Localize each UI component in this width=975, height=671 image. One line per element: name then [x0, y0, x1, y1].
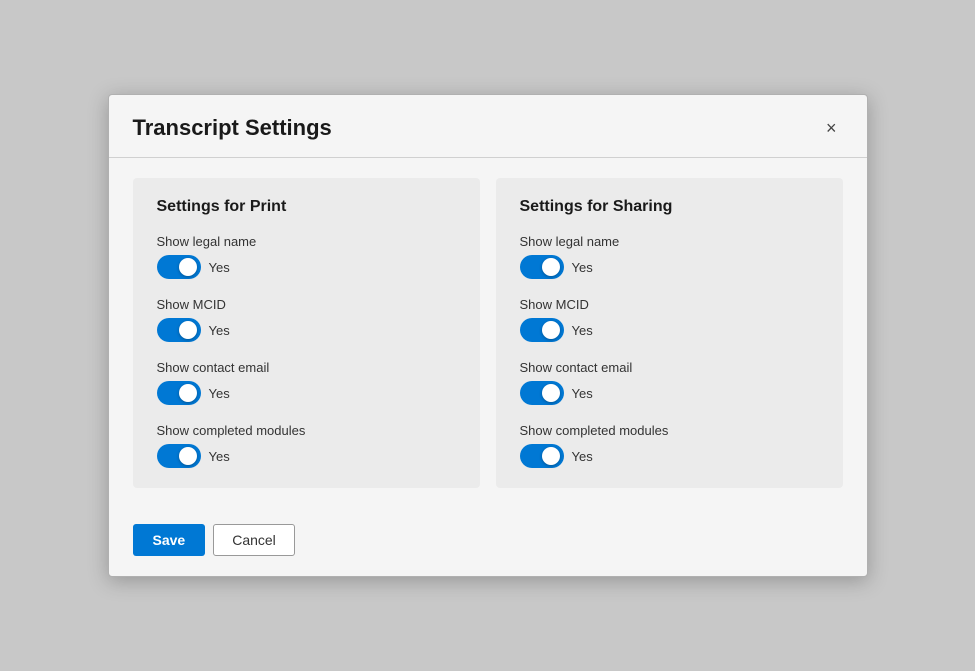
sharing-mcid-label: Show MCID: [520, 297, 819, 312]
cancel-button[interactable]: Cancel: [213, 524, 295, 556]
dialog-header: Transcript Settings ×: [109, 95, 867, 158]
transcript-settings-dialog: Transcript Settings × Settings for Print…: [108, 94, 868, 577]
sharing-legal-name-toggle-row: Yes: [520, 255, 819, 279]
sharing-settings-panel: Settings for Sharing Show legal name Yes…: [496, 178, 843, 488]
save-button[interactable]: Save: [133, 524, 206, 556]
sharing-completed-modules-toggle-row: Yes: [520, 444, 819, 468]
print-panel-title: Settings for Print: [157, 198, 456, 216]
print-mcid-yes: Yes: [209, 323, 230, 338]
print-contact-email-yes: Yes: [209, 386, 230, 401]
sharing-completed-modules-yes: Yes: [572, 449, 593, 464]
sharing-mcid-toggle-row: Yes: [520, 318, 819, 342]
print-completed-modules-yes: Yes: [209, 449, 230, 464]
sharing-legal-name-yes: Yes: [572, 260, 593, 275]
print-show-mcid: Show MCID Yes: [157, 297, 456, 342]
print-completed-modules-label: Show completed modules: [157, 423, 456, 438]
sharing-contact-email-label: Show contact email: [520, 360, 819, 375]
sharing-show-legal-name: Show legal name Yes: [520, 234, 819, 279]
sharing-show-contact-email: Show contact email Yes: [520, 360, 819, 405]
sharing-completed-modules-toggle[interactable]: [520, 444, 564, 468]
print-contact-email-label: Show contact email: [157, 360, 456, 375]
sharing-show-mcid: Show MCID Yes: [520, 297, 819, 342]
print-mcid-label: Show MCID: [157, 297, 456, 312]
sharing-contact-email-toggle[interactable]: [520, 381, 564, 405]
dialog-title: Transcript Settings: [133, 115, 332, 141]
print-completed-modules-toggle-row: Yes: [157, 444, 456, 468]
sharing-mcid-yes: Yes: [572, 323, 593, 338]
sharing-legal-name-label: Show legal name: [520, 234, 819, 249]
print-settings-panel: Settings for Print Show legal name Yes S…: [133, 178, 480, 488]
print-legal-name-label: Show legal name: [157, 234, 456, 249]
sharing-legal-name-toggle[interactable]: [520, 255, 564, 279]
print-show-completed-modules: Show completed modules Yes: [157, 423, 456, 468]
print-mcid-toggle-row: Yes: [157, 318, 456, 342]
sharing-show-completed-modules: Show completed modules Yes: [520, 423, 819, 468]
print-legal-name-toggle[interactable]: [157, 255, 201, 279]
print-legal-name-yes: Yes: [209, 260, 230, 275]
print-show-contact-email: Show contact email Yes: [157, 360, 456, 405]
sharing-completed-modules-label: Show completed modules: [520, 423, 819, 438]
print-contact-email-toggle[interactable]: [157, 381, 201, 405]
print-completed-modules-toggle[interactable]: [157, 444, 201, 468]
print-legal-name-toggle-row: Yes: [157, 255, 456, 279]
print-contact-email-toggle-row: Yes: [157, 381, 456, 405]
sharing-mcid-toggle[interactable]: [520, 318, 564, 342]
sharing-contact-email-yes: Yes: [572, 386, 593, 401]
sharing-contact-email-toggle-row: Yes: [520, 381, 819, 405]
dialog-footer: Save Cancel: [109, 508, 867, 576]
dialog-body: Settings for Print Show legal name Yes S…: [109, 158, 867, 508]
print-mcid-toggle[interactable]: [157, 318, 201, 342]
print-show-legal-name: Show legal name Yes: [157, 234, 456, 279]
sharing-panel-title: Settings for Sharing: [520, 198, 819, 216]
close-button[interactable]: ×: [820, 117, 843, 139]
